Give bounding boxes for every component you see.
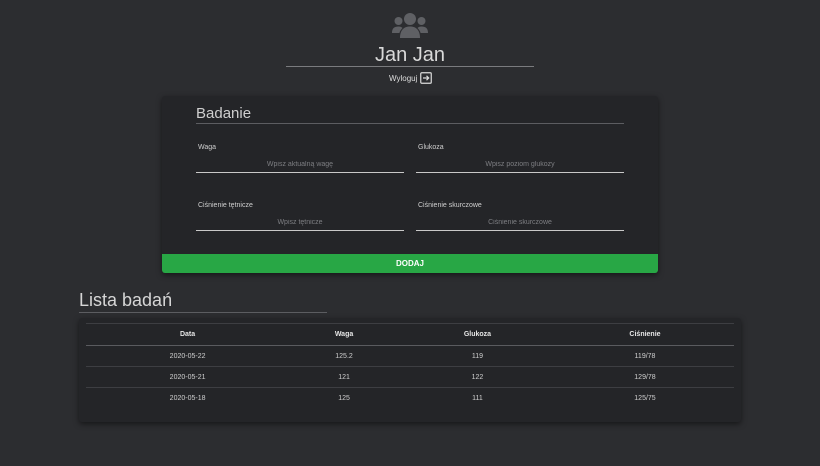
glucose-field: Glukoza [416, 144, 624, 178]
logout-button[interactable]: Wyloguj [389, 71, 433, 85]
cell-weight: 125 [338, 394, 350, 402]
weight-field: Waga [196, 144, 404, 178]
exam-form-title: Badanie [196, 105, 624, 124]
arterial-pressure-label: Ciśnienie tętnicze [198, 202, 253, 209]
systolic-pressure-input[interactable] [416, 215, 624, 231]
arterial-pressure-field: Ciśnienie tętnicze [196, 202, 404, 236]
column-header-weight: Waga [289, 323, 399, 346]
logout-label: Wyloguj [389, 73, 418, 83]
add-button[interactable]: DODAJ [162, 254, 658, 273]
glucose-label: Glukoza [418, 144, 444, 151]
users-icon [392, 13, 428, 38]
exam-list-title: Lista badań [79, 290, 327, 313]
user-name: Jan Jan [286, 43, 534, 67]
cell-date: 2020-05-18 [169, 394, 206, 402]
column-header-glucose: Glukoza [398, 323, 556, 346]
cell-date: 2020-05-21 [86, 366, 290, 388]
table-row: 2020-05-22 125.2 119 119/78 [86, 345, 734, 367]
exam-form-card: Badanie Waga Glukoza Ciśnienie tętnicze … [162, 96, 658, 273]
systolic-pressure-label: Ciśnienie skurczowe [418, 202, 482, 209]
cell-pressure: 125/75 [634, 394, 656, 402]
systolic-pressure-field: Ciśnienie skurczowe [416, 202, 624, 236]
exam-list-card: Data Waga Glukoza Ciśnienie 2020-05-22 1… [79, 318, 741, 422]
table-row: 2020-05-18 125 111 125/75 [86, 388, 734, 409]
weight-label: Waga [198, 144, 217, 151]
cell-glucose: 111 [472, 394, 483, 402]
table-row: 2020-05-21 121 122 129/78 [86, 366, 734, 388]
exam-table: Data Waga Glukoza Ciśnienie 2020-05-22 1… [86, 323, 734, 409]
logout-icon [420, 72, 433, 84]
glucose-input[interactable] [416, 157, 624, 173]
cell-pressure: 129/78 [555, 366, 734, 388]
cell-weight: 125.2 [289, 345, 399, 367]
cell-weight: 121 [289, 366, 399, 388]
cell-pressure: 119/78 [555, 345, 734, 367]
cell-date: 2020-05-22 [86, 345, 290, 367]
column-header-pressure: Ciśnienie [555, 323, 734, 346]
cell-glucose: 122 [398, 366, 556, 388]
weight-input[interactable] [196, 157, 404, 173]
table-header-row: Data Waga Glukoza Ciśnienie [86, 323, 734, 346]
column-header-date: Data [86, 323, 290, 346]
cell-glucose: 119 [398, 345, 556, 367]
arterial-pressure-input[interactable] [196, 215, 404, 231]
